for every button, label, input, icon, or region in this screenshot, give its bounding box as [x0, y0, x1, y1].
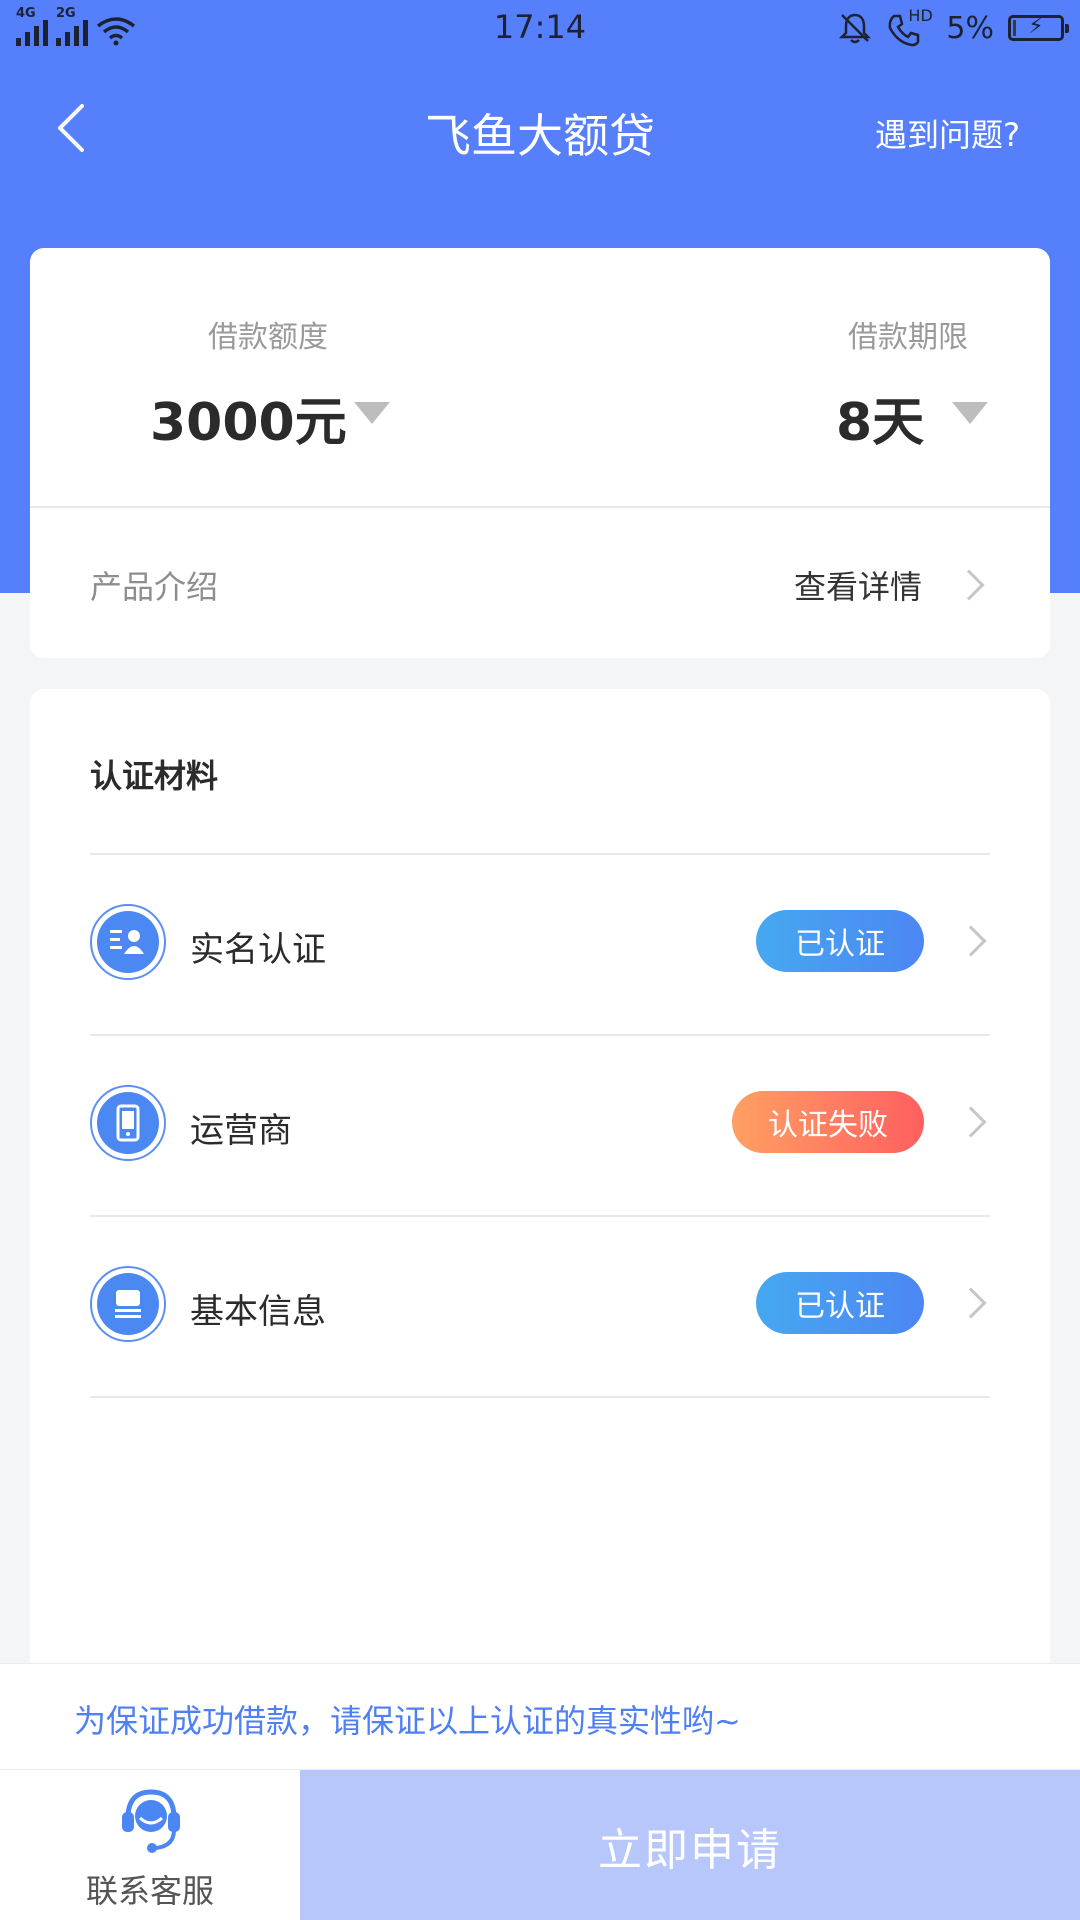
cert-label: 实名认证 [190, 930, 326, 970]
cert-label: 基本信息 [190, 1292, 326, 1332]
status-badge-verified: 已认证 [756, 910, 924, 972]
dropdown-arrow-icon [354, 402, 390, 424]
chevron-right-icon [955, 1287, 987, 1319]
customer-service-button[interactable]: 联系客服 [0, 1770, 300, 1920]
bell-muted-icon [839, 13, 872, 44]
chevron-right-icon [955, 1106, 987, 1138]
customer-service-label: 联系客服 [85, 1872, 214, 1910]
bottom-action-bar: 联系客服 立即申请 [0, 1769, 1080, 1920]
loan-term-label: 借款期限 [848, 320, 968, 355]
cert-label: 运营商 [190, 1111, 292, 1151]
apply-now-button[interactable]: 立即申请 [300, 1770, 1080, 1920]
loan-term-value: 8天 [836, 393, 925, 453]
divider [90, 1396, 990, 1398]
product-intro-row[interactable]: 产品介绍 查看详情 [30, 508, 1050, 658]
status-badge-failed: 认证失败 [732, 1091, 924, 1153]
hd-label: HD [908, 6, 933, 25]
id-card-icon [90, 904, 166, 980]
phone-icon [90, 1085, 166, 1161]
dropdown-arrow-icon [952, 402, 988, 424]
info-card-icon [90, 1266, 166, 1342]
charging-bolt-icon: ⚡ [1028, 14, 1044, 39]
authenticity-notice: 为保证成功借款，请保证以上认证的真实性哟~ [0, 1663, 1080, 1769]
chevron-right-icon [953, 569, 985, 601]
cert-row-carrier[interactable]: 运营商 认证失败 [90, 1035, 990, 1215]
loan-summary-card: 借款额度 3000元 借款期限 8天 产品介绍 查看详情 [30, 248, 1050, 658]
loan-term-selector[interactable]: 借款期限 8天 [730, 288, 1030, 468]
product-intro-label: 产品介绍 [90, 568, 219, 606]
battery-percent: 5% [946, 10, 994, 46]
status-badge-verified: 已认证 [756, 1272, 924, 1334]
notice-text: 为保证成功借款，请保证以上认证的真实性哟~ [74, 1702, 741, 1740]
certification-title: 认证材料 [90, 757, 219, 795]
hd-call-indicator: HD [886, 6, 933, 47]
status-bar: 4G 2G 17:14 HD 5% ⚡ [0, 0, 1080, 56]
chevron-right-icon [955, 925, 987, 957]
headset-icon [122, 1789, 180, 1853]
cert-row-real-name[interactable]: 实名认证 已认证 [90, 854, 990, 1034]
loan-amount-value: 3000元 [150, 393, 347, 453]
battery-icon: ⚡ [1008, 14, 1069, 41]
loan-application-screen: 4G 2G 17:14 HD 5% ⚡ 飞鱼大额贷 遇到问题? 借款额度 300… [0, 0, 1080, 1920]
cert-row-basic-info[interactable]: 基本信息 已认证 [90, 1216, 990, 1396]
loan-amount-label: 借款额度 [208, 320, 328, 355]
view-details-link: 查看详情 [793, 568, 922, 606]
loan-amount-selector[interactable]: 借款额度 3000元 [90, 288, 410, 468]
status-bar-right: HD 5% ⚡ [838, 6, 1069, 48]
navigation-bar: 飞鱼大额贷 遇到问题? [0, 70, 1080, 190]
help-link[interactable]: 遇到问题? [875, 110, 1020, 156]
